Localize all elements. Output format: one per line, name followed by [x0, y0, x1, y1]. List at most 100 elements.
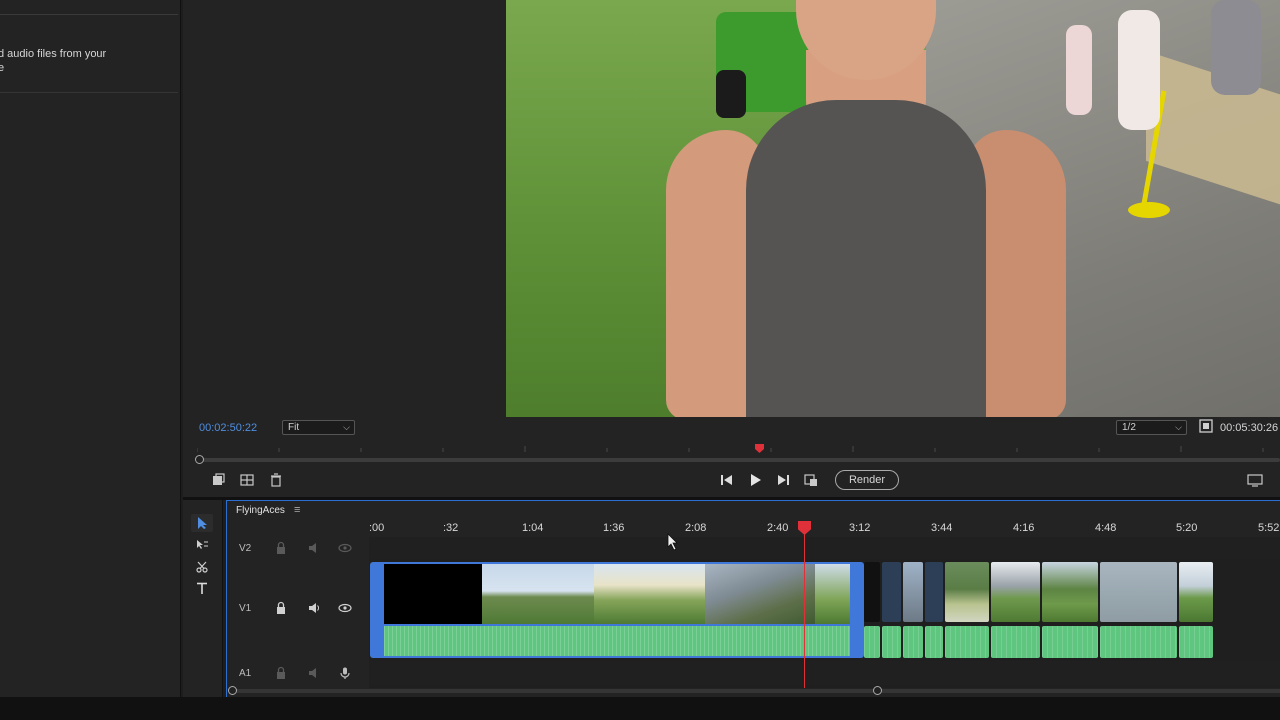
render-button[interactable]: Render	[835, 470, 899, 490]
chevron-down-icon: ⌵	[343, 422, 350, 432]
video-subject-torso	[746, 100, 986, 417]
video-clip[interactable]	[1179, 562, 1213, 622]
eye-icon[interactable]	[338, 601, 352, 615]
track-headers: V2 V1 A1	[227, 535, 369, 685]
audio-clip[interactable]	[991, 626, 1040, 658]
program-monitor: 00:02:50:22 Fit ⌵ 1/2 ⌵ 00:05:30:26 Rend…	[183, 0, 1280, 497]
video-preview[interactable]	[506, 0, 1280, 417]
tools-panel	[183, 500, 223, 697]
audio-clip[interactable]	[1042, 626, 1098, 658]
track-select-icon	[197, 540, 208, 549]
monitor-scrub-bar[interactable]	[197, 458, 1280, 462]
playback-resolution-select[interactable]: 1/2 ⌵	[1116, 420, 1187, 435]
audio-clip[interactable]	[864, 626, 880, 658]
mute-speaker-icon[interactable]	[307, 541, 321, 555]
audio-clip[interactable]	[1100, 626, 1177, 658]
audio-clip[interactable]	[1179, 626, 1213, 658]
output-display-icon[interactable]	[1247, 472, 1263, 488]
ruler-tick-label: 2:08	[685, 522, 707, 534]
scrub-in-handle[interactable]	[195, 455, 204, 464]
audio-clip[interactable]	[882, 626, 901, 658]
import-hint-line: e	[0, 62, 5, 74]
monitor-mini-ruler	[197, 446, 1264, 452]
premiere-workspace: d audio files from your e 00:02:50:22 Fi…	[0, 0, 1280, 720]
speaker-icon[interactable]	[307, 601, 321, 615]
bottom-strip	[0, 697, 1280, 720]
razor-tool[interactable]	[191, 558, 213, 576]
sequence-tab[interactable]: FlyingAces	[236, 505, 285, 516]
video-clip[interactable]	[1100, 562, 1177, 622]
track-area[interactable]	[369, 537, 1280, 688]
panel-divider	[0, 14, 178, 15]
track-header-v1: V1	[227, 561, 369, 657]
resolution-value: 1/2	[1122, 422, 1136, 433]
ruler-tick-label: 5:20	[1176, 522, 1198, 534]
video-clip[interactable]	[945, 562, 989, 622]
zoom-level-value: Fit	[288, 422, 300, 433]
mute-speaker-icon[interactable]	[307, 666, 321, 680]
fit-frame-icon[interactable]	[1199, 419, 1213, 433]
track-label: V1	[239, 603, 252, 614]
mouse-cursor-icon	[667, 533, 678, 551]
lane-a1	[369, 661, 1280, 685]
video-clip[interactable]	[903, 562, 923, 622]
video-bg-person	[1211, 0, 1261, 95]
selection-tool[interactable]	[191, 514, 213, 532]
zoom-level-select[interactable]: Fit ⌵	[282, 420, 355, 435]
hamburger-menu-icon[interactable]: ≡	[294, 504, 300, 516]
arrow-pointer-icon	[198, 517, 207, 529]
timeline-zoom-scrollbar[interactable]	[232, 689, 1280, 693]
track-select-tool[interactable]	[191, 536, 213, 554]
timeline-panel: FlyingAces ≡ :00 :32 1:04 1:36 2:08 2:40…	[226, 500, 1280, 697]
import-hint-line: d audio files from your	[0, 48, 107, 60]
play-icon[interactable]	[747, 472, 763, 488]
step-back-icon[interactable]	[719, 472, 735, 488]
video-clip[interactable]	[864, 562, 880, 622]
audio-clip[interactable]	[903, 626, 923, 658]
ruler-tick-label: 4:16	[1013, 522, 1035, 534]
scrollbar-right-handle[interactable]	[873, 686, 882, 695]
import-hint-text: d audio files from your e	[0, 47, 174, 75]
ruler-tick-label: 3:44	[931, 522, 953, 534]
scrollbar-left-handle[interactable]	[228, 686, 237, 695]
ruler-tick-label: 1:04	[522, 522, 544, 534]
ruler-tick-label: 2:40	[767, 522, 789, 534]
timeline-playhead-line	[804, 533, 805, 688]
playhead-timecode[interactable]: 00:02:50:22	[199, 422, 257, 434]
track-label: A1	[239, 668, 252, 679]
ruler-tick-label: :32	[443, 522, 459, 534]
lock-icon[interactable]	[274, 601, 288, 615]
video-bg-person	[1118, 10, 1160, 130]
video-subject	[656, 0, 1076, 417]
panel-divider	[0, 92, 178, 93]
clip-thumbnail	[384, 564, 482, 624]
lock-icon[interactable]	[274, 541, 288, 555]
selected-clip-group[interactable]	[370, 562, 864, 658]
step-forward-icon[interactable]	[775, 472, 791, 488]
microphone-icon[interactable]	[338, 666, 352, 680]
clip-thumbnail	[705, 564, 815, 624]
lock-icon[interactable]	[274, 666, 288, 680]
ruler-tick-label: 5:52	[1258, 522, 1280, 534]
track-header-a1: A1	[227, 659, 369, 685]
video-clip[interactable]	[991, 562, 1040, 622]
audio-clip[interactable]	[945, 626, 989, 658]
export-frame-icon[interactable]	[210, 472, 226, 488]
lane-v2	[369, 537, 1280, 559]
type-tool[interactable]	[191, 579, 213, 597]
clip-thumbnail	[594, 564, 705, 624]
ruler-tick-label: :00	[369, 522, 385, 534]
video-clip[interactable]	[882, 562, 901, 622]
insert-icon[interactable]	[239, 472, 255, 488]
clip-thumbnail	[815, 564, 850, 624]
audio-clip[interactable]	[925, 626, 943, 658]
trash-icon[interactable]	[268, 472, 284, 488]
video-clip[interactable]	[1042, 562, 1098, 622]
chevron-down-icon: ⌵	[1175, 422, 1182, 432]
project-panel: d audio files from your e	[0, 0, 181, 697]
audio-waveform	[384, 626, 850, 656]
razor-icon	[196, 561, 208, 573]
eye-icon[interactable]	[338, 541, 352, 555]
video-clip[interactable]	[925, 562, 943, 622]
lift-extract-icon[interactable]	[803, 472, 819, 488]
